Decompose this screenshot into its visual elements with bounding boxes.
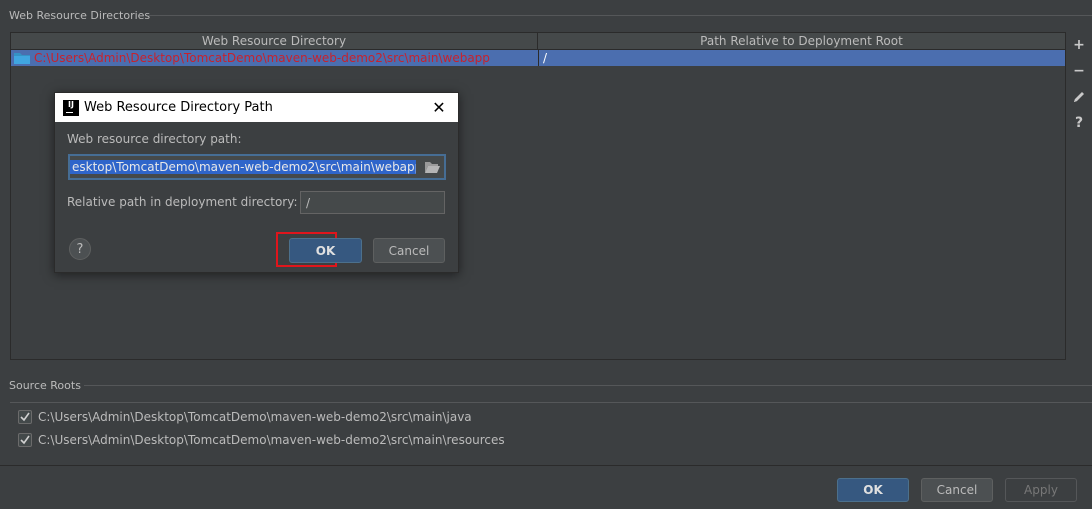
- help-icon[interactable]: ?: [1071, 114, 1087, 131]
- apply-button[interactable]: Apply: [1005, 478, 1077, 502]
- source-root-path: C:\Users\Admin\Desktop\TomcatDemo\maven-…: [38, 433, 505, 447]
- list-item[interactable]: C:\Users\Admin\Desktop\TomcatDemo\maven-…: [18, 433, 505, 447]
- web-resource-section-title: Web Resource Directories: [9, 9, 151, 22]
- directory-path: C:\Users\Admin\Desktop\TomcatDemo\maven-…: [34, 51, 490, 65]
- dialog-help-button[interactable]: ?: [69, 238, 91, 260]
- edit-pencil-icon[interactable]: [1071, 88, 1087, 105]
- table-cell-relative-path[interactable]: /: [538, 50, 1065, 66]
- directory-path-text: esktop\TomcatDemo\maven-web-demo2\src\ma…: [70, 160, 416, 174]
- table-toolbar: + − ?: [1070, 36, 1088, 131]
- section-divider: [148, 15, 1092, 16]
- checkmark-icon: [20, 412, 30, 422]
- add-icon[interactable]: +: [1071, 36, 1087, 53]
- source-root-checkbox[interactable]: [18, 433, 32, 447]
- column-header-relative-path[interactable]: Path Relative to Deployment Root: [538, 33, 1065, 49]
- dialog-cancel-button[interactable]: Cancel: [373, 238, 445, 263]
- ok-button[interactable]: OK: [837, 478, 909, 502]
- cancel-button[interactable]: Cancel: [921, 478, 993, 502]
- intellij-logo-icon: IJ: [63, 99, 79, 116]
- source-roots-section-title: Source Roots: [9, 379, 81, 392]
- browse-folder-icon[interactable]: [424, 160, 440, 174]
- folder-icon: [14, 52, 30, 64]
- close-icon[interactable]: ✕: [430, 98, 448, 117]
- relative-path-input[interactable]: /: [300, 191, 445, 214]
- checkmark-icon: [20, 435, 30, 445]
- relative-path-label: Relative path in deployment directory:: [67, 195, 298, 209]
- section-divider: [84, 385, 1092, 386]
- table-header: Web Resource Directory Path Relative to …: [11, 33, 1065, 50]
- remove-icon[interactable]: −: [1071, 62, 1087, 79]
- dialog-title: Web Resource Directory Path: [84, 100, 273, 115]
- dialog-ok-button[interactable]: OK: [289, 238, 362, 263]
- footer-divider: [0, 465, 1092, 466]
- web-resource-path-dialog: IJ Web Resource Directory Path ✕ Web res…: [54, 92, 459, 273]
- source-root-path: C:\Users\Admin\Desktop\TomcatDemo\maven-…: [38, 410, 472, 424]
- source-root-checkbox[interactable]: [18, 410, 32, 424]
- dialog-titlebar[interactable]: IJ Web Resource Directory Path ✕: [55, 93, 458, 122]
- table-row[interactable]: C:\Users\Admin\Desktop\TomcatDemo\maven-…: [11, 50, 1065, 66]
- column-header-directory[interactable]: Web Resource Directory: [11, 33, 538, 49]
- path-label: Web resource directory path:: [67, 132, 242, 146]
- source-roots-list: C:\Users\Admin\Desktop\TomcatDemo\maven-…: [10, 402, 1092, 456]
- table-cell-directory[interactable]: C:\Users\Admin\Desktop\TomcatDemo\maven-…: [11, 50, 538, 66]
- directory-path-input[interactable]: esktop\TomcatDemo\maven-web-demo2\src\ma…: [68, 154, 446, 180]
- list-item[interactable]: C:\Users\Admin\Desktop\TomcatDemo\maven-…: [18, 410, 472, 424]
